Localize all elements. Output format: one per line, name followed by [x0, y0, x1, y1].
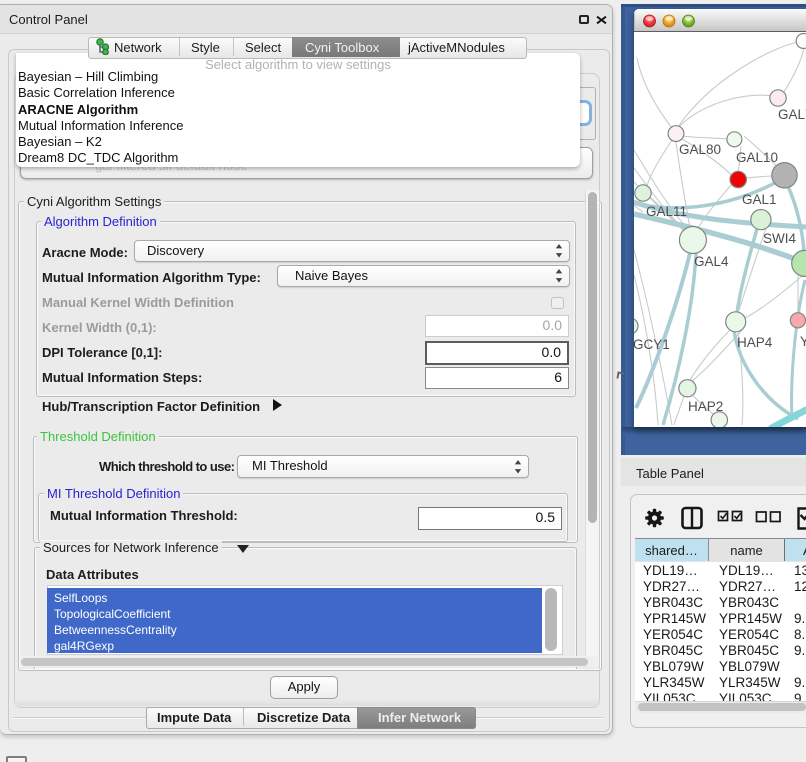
svg-text:HAP2: HAP2 — [688, 399, 723, 414]
svg-text:GAL4: GAL4 — [694, 254, 729, 269]
svg-text:HAP4: HAP4 — [737, 335, 773, 350]
svg-text:GAL1: GAL1 — [742, 192, 777, 207]
svg-text:SWI4: SWI4 — [763, 231, 796, 246]
svg-text:GAL7: GAL7 — [778, 107, 806, 122]
svg-text:GAL10: GAL10 — [736, 150, 778, 165]
svg-text:YJ: YJ — [800, 334, 806, 349]
svg-text:GAL80: GAL80 — [679, 142, 721, 157]
svg-text:GCY1: GCY1 — [634, 337, 670, 352]
svg-text:GAL11: GAL11 — [646, 204, 687, 219]
